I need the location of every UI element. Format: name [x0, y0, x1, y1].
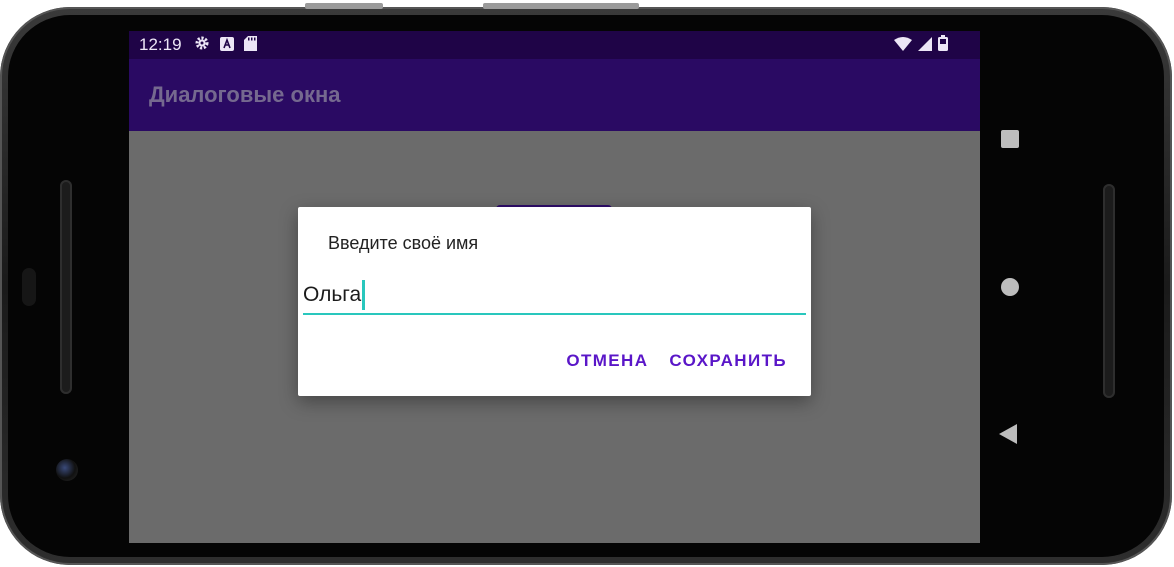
app-bar: Диалоговые окна [129, 59, 980, 131]
dialog-actions: ОТМЕНА СОХРАНИТЬ [566, 351, 787, 371]
a-box-icon [219, 36, 234, 55]
back-triangle-icon[interactable] [999, 424, 1017, 444]
name-input-field[interactable]: Ольга [303, 277, 806, 315]
battery-icon [938, 35, 948, 55]
wifi-icon [894, 36, 912, 55]
status-left-icons [194, 35, 257, 55]
app-title: Диалоговые окна [149, 82, 341, 107]
name-input-dialog: Введите своё имя Ольга ОТМЕНА СОХРАНИТЬ [298, 207, 811, 396]
volume-button [305, 3, 383, 9]
proximity-sensor [22, 268, 36, 306]
gear-icon [194, 35, 210, 55]
signal-icon [918, 36, 932, 55]
left-speaker-grille [60, 180, 72, 394]
text-cursor [362, 280, 366, 310]
status-right-icons [894, 35, 948, 55]
device-screen: 12:19 Диалоговые окна Введите своё имя О… [129, 31, 980, 543]
right-speaker-grille [1103, 184, 1115, 398]
status-time: 12:19 [139, 35, 182, 54]
home-circle-icon[interactable] [1001, 278, 1019, 296]
save-button[interactable]: СОХРАНИТЬ [669, 351, 787, 371]
dialog-title: Введите своё имя [328, 233, 479, 253]
front-camera [56, 459, 78, 481]
cancel-button[interactable]: ОТМЕНА [566, 351, 648, 371]
overview-square-icon[interactable] [1001, 130, 1019, 148]
status-bar: 12:19 [129, 31, 980, 59]
power-button [483, 3, 639, 9]
sd-card-icon [243, 35, 257, 55]
name-input-value: Ольга [303, 283, 362, 306]
